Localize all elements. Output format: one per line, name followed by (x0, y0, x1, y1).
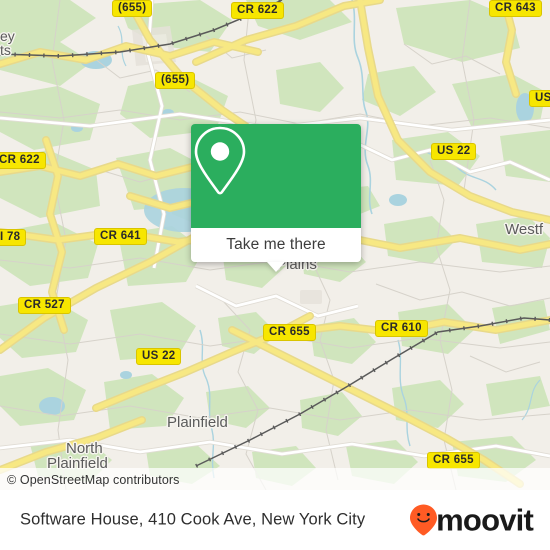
shield-us22-upper: US 22 (431, 143, 477, 160)
shield-cr610: CR 610 (375, 320, 428, 337)
card-image-area (191, 124, 361, 228)
moovit-wordmark: moovit (436, 502, 534, 538)
moovit-map-screenshot: .gr{fill:#cfe5bb;} .wt{fill:#aad3df;} .w… (0, 0, 550, 550)
take-me-there-label: Take me there (226, 236, 326, 253)
location-info-card[interactable]: Take me there (191, 124, 361, 272)
shield-655-mid: (655) (155, 72, 196, 89)
map-canvas[interactable]: .gr{fill:#cfe5bb;} .wt{fill:#aad3df;} .w… (0, 0, 550, 490)
card-action-footer[interactable]: Take me there (191, 228, 361, 272)
place-label-westfield: Westf (505, 221, 544, 238)
shield-cr622-top: CR 622 (231, 2, 284, 19)
shield-cr622-left: CR 622 (0, 152, 46, 169)
shield-cr643: CR 643 (489, 0, 542, 17)
bottom-info-bar: Software House, 410 Cook Ave, New York C… (0, 490, 550, 550)
place-label-partial-top2: ts (0, 42, 11, 58)
shield-655-top: (655) (112, 0, 153, 17)
place-label-plainfield: Plainfield (167, 414, 228, 431)
osm-attribution[interactable]: © OpenStreetMap contributors (7, 473, 180, 487)
map-pin-icon (194, 126, 246, 195)
card-pointer-tail (267, 262, 285, 272)
moovit-logo[interactable]: moovit (410, 502, 534, 538)
shield-us22-right-edge: US 22 (529, 90, 550, 107)
shield-i78: I 78 (0, 229, 27, 246)
shield-cr655-bottom: CR 655 (427, 452, 480, 469)
location-title: Software House, 410 Cook Ave, New York C… (20, 510, 366, 529)
shield-cr655-mid: CR 655 (263, 324, 316, 341)
moovit-pin-icon (410, 504, 438, 536)
shield-cr641: CR 641 (94, 228, 147, 245)
shield-us22-lower: US 22 (136, 348, 182, 365)
shield-cr527: CR 527 (18, 297, 71, 314)
